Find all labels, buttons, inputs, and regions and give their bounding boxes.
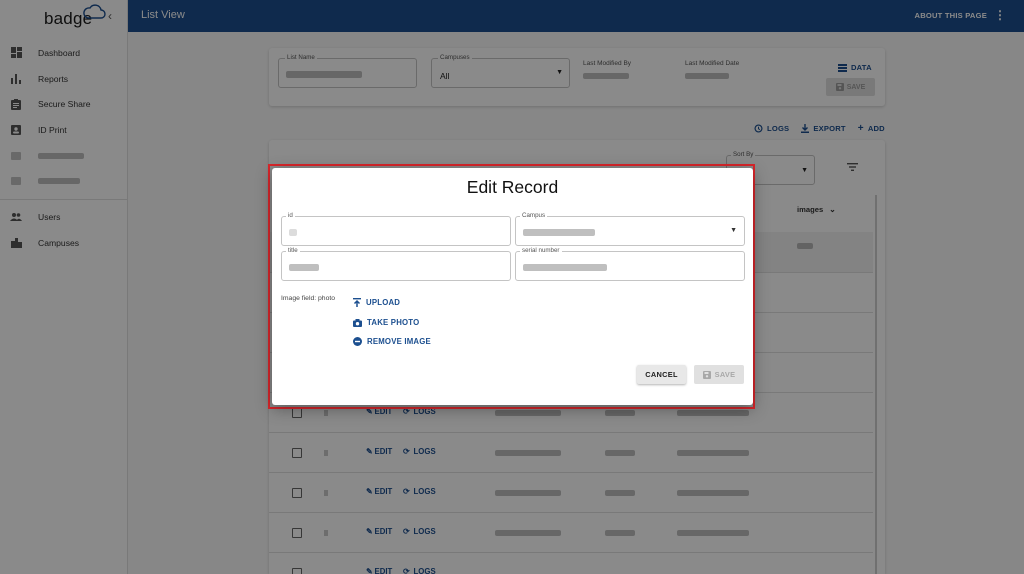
title-value [289,264,319,271]
serial-number-label: serial number [520,247,562,254]
upload-icon [353,298,361,307]
title-label: title [286,247,300,254]
campus-value [523,229,595,236]
camera-icon [353,318,362,327]
id-value [289,229,297,236]
take-photo-label: TAKE PHOTO [367,318,420,327]
campus-select[interactable]: Campus ▼ [515,212,745,246]
serial-number-field[interactable]: serial number [515,247,745,281]
cancel-button[interactable]: CANCEL [637,365,686,384]
save-label: SAVE [714,370,736,379]
remove-image-button[interactable]: REMOVE IMAGE [353,337,431,346]
chevron-down-icon: ▼ [730,227,737,234]
image-field-label: Image field: photo [281,295,336,302]
id-field[interactable]: id [281,212,511,246]
remove-image-label: REMOVE IMAGE [367,337,431,346]
upload-button[interactable]: UPLOAD [353,298,400,307]
edit-record-dialog: Edit Record id Campus ▼ title serial num… [272,168,753,405]
dialog-title: Edit Record [466,177,559,197]
take-photo-button[interactable]: TAKE PHOTO [353,318,419,327]
save-icon [702,370,711,379]
serial-number-value [523,264,607,271]
save-button[interactable]: SAVE [694,365,744,384]
title-field[interactable]: title [281,247,511,281]
id-label: id [286,212,295,219]
upload-label: UPLOAD [366,298,401,307]
remove-circle-icon [353,337,362,346]
campus-label: Campus [520,212,548,219]
